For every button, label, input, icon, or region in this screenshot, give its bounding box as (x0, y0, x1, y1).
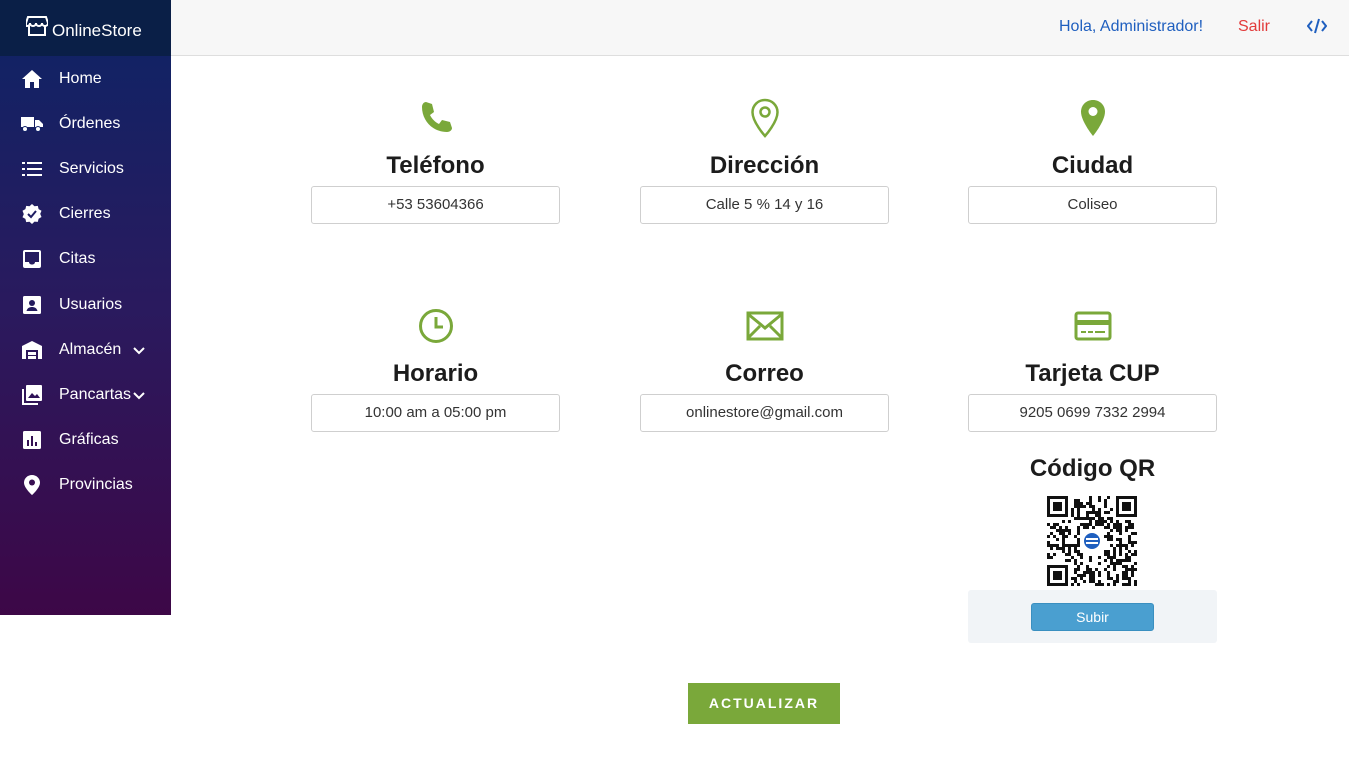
sidebar-item-usuarios[interactable]: Usuarios (0, 285, 171, 325)
sidebar-item-label: Almacén (59, 341, 122, 358)
sidebar-item-graficas[interactable]: Gráficas (0, 420, 171, 460)
inbox-icon (21, 248, 43, 270)
schedule-field[interactable]: 10:00 am a 05:00 pm (311, 394, 560, 432)
location-filled-icon (968, 96, 1217, 140)
sidebar-item-servicios[interactable]: Servicios (0, 149, 171, 189)
logout-link[interactable]: Salir (1238, 18, 1270, 36)
sidebar-item-label: Home (59, 70, 102, 87)
sidebar-item-cierres[interactable]: Cierres (0, 194, 171, 234)
phone-field[interactable]: +53 53604366 (311, 186, 560, 224)
card-cup-field[interactable]: 9205 0699 7332 2994 (968, 394, 1217, 432)
store-icon (24, 15, 50, 41)
qr-upload-area: Subir (968, 590, 1217, 643)
phone-icon (311, 96, 560, 140)
credit-card-icon (968, 304, 1217, 348)
top-bar: Hola, Administrador! Salir (171, 0, 1349, 56)
envelope-icon (640, 304, 889, 348)
bar-chart-icon (21, 429, 43, 451)
schedule-title: Horario (392, 360, 479, 387)
address-title: Dirección (709, 152, 820, 179)
card-cup-title: Tarjeta CUP (1025, 360, 1160, 387)
chevron-down-icon (131, 387, 147, 403)
chevron-down-icon (131, 342, 147, 358)
sidebar: OnlineStore Home Órdenes Servicios Cierr… (0, 0, 171, 615)
address-card: Dirección Calle 5 % 14 y 16 (640, 96, 889, 224)
email-card: Correo onlinestore@gmail.com (640, 304, 889, 432)
home-icon (21, 68, 43, 90)
sidebar-item-pancartas[interactable]: Pancartas (0, 375, 171, 415)
qr-code-image (1047, 496, 1137, 586)
city-field[interactable]: Coliseo (968, 186, 1217, 224)
sidebar-item-label: Citas (59, 250, 96, 267)
truck-icon (21, 113, 43, 135)
list-icon (21, 158, 43, 180)
clock-icon (311, 304, 560, 348)
sidebar-item-home[interactable]: Home (0, 59, 171, 99)
card-cup-card: Tarjeta CUP 9205 0699 7332 2994 (968, 304, 1217, 432)
user-card-icon (21, 294, 43, 316)
update-button[interactable]: ACTUALIZAR (688, 683, 840, 724)
sidebar-item-provincias[interactable]: Provincias (0, 465, 171, 505)
sidebar-item-citas[interactable]: Citas (0, 239, 171, 279)
city-card: Ciudad Coliseo (968, 96, 1217, 224)
map-pin-icon (21, 474, 43, 496)
brand-label: OnlineStore (52, 21, 142, 40)
sidebar-item-label: Servicios (59, 160, 124, 177)
sidebar-item-label: Cierres (59, 205, 111, 222)
sidebar-item-label: Órdenes (59, 115, 121, 132)
sidebar-item-almacen[interactable]: Almacén (0, 330, 171, 370)
sidebar-item-label: Provincias (59, 476, 133, 493)
sidebar-item-label: Gráficas (59, 431, 119, 448)
code-icon[interactable] (1306, 18, 1328, 36)
location-outline-icon (640, 96, 889, 140)
email-title: Correo (725, 360, 804, 387)
sidebar-item-label: Usuarios (59, 296, 123, 313)
warehouse-icon (21, 339, 43, 361)
upload-button[interactable]: Subir (1031, 603, 1154, 631)
sidebar-item-label: Pancartas (59, 386, 132, 403)
email-field[interactable]: onlinestore@gmail.com (640, 394, 889, 432)
address-field[interactable]: Calle 5 % 14 y 16 (640, 186, 889, 224)
image-gallery-icon (21, 384, 43, 406)
sidebar-item-ordenes[interactable]: Órdenes (0, 104, 171, 144)
schedule-card: Horario 10:00 am a 05:00 pm (311, 304, 560, 432)
verified-badge-icon (21, 203, 43, 225)
qr-title: Código QR (1029, 455, 1156, 482)
greeting-link[interactable]: Hola, Administrador! (1059, 18, 1203, 36)
phone-title: Teléfono (386, 152, 485, 179)
city-title: Ciudad (1051, 152, 1134, 179)
phone-card: Teléfono +53 53604366 (311, 96, 560, 224)
brand[interactable]: OnlineStore (0, 0, 171, 56)
